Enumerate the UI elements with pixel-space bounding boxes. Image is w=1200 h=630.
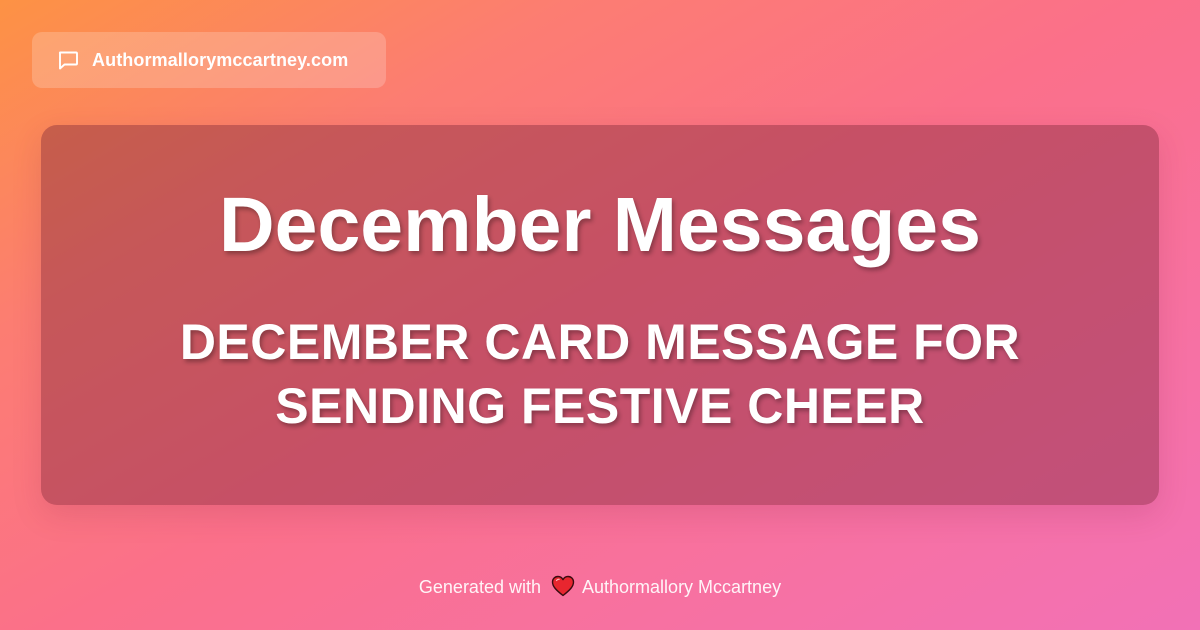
page-title: December Messages xyxy=(219,182,981,268)
page-subtitle: DECEMBER CARD MESSAGE FOR SENDING FESTIV… xyxy=(179,314,1021,434)
site-badge[interactable]: Authormallorymccartney.com xyxy=(32,32,386,88)
chat-bubble-icon xyxy=(56,48,80,72)
footer-author: Authormallory Mccartney xyxy=(582,577,782,597)
title-card: December Messages DECEMBER CARD MESSAGE … xyxy=(41,125,1159,505)
heart-icon xyxy=(551,575,575,597)
site-name: Authormallorymccartney.com xyxy=(92,49,349,70)
footer-prefix: Generated with xyxy=(418,577,541,597)
footer-credit: Generated with Authormallory Mccartney xyxy=(0,574,1200,600)
